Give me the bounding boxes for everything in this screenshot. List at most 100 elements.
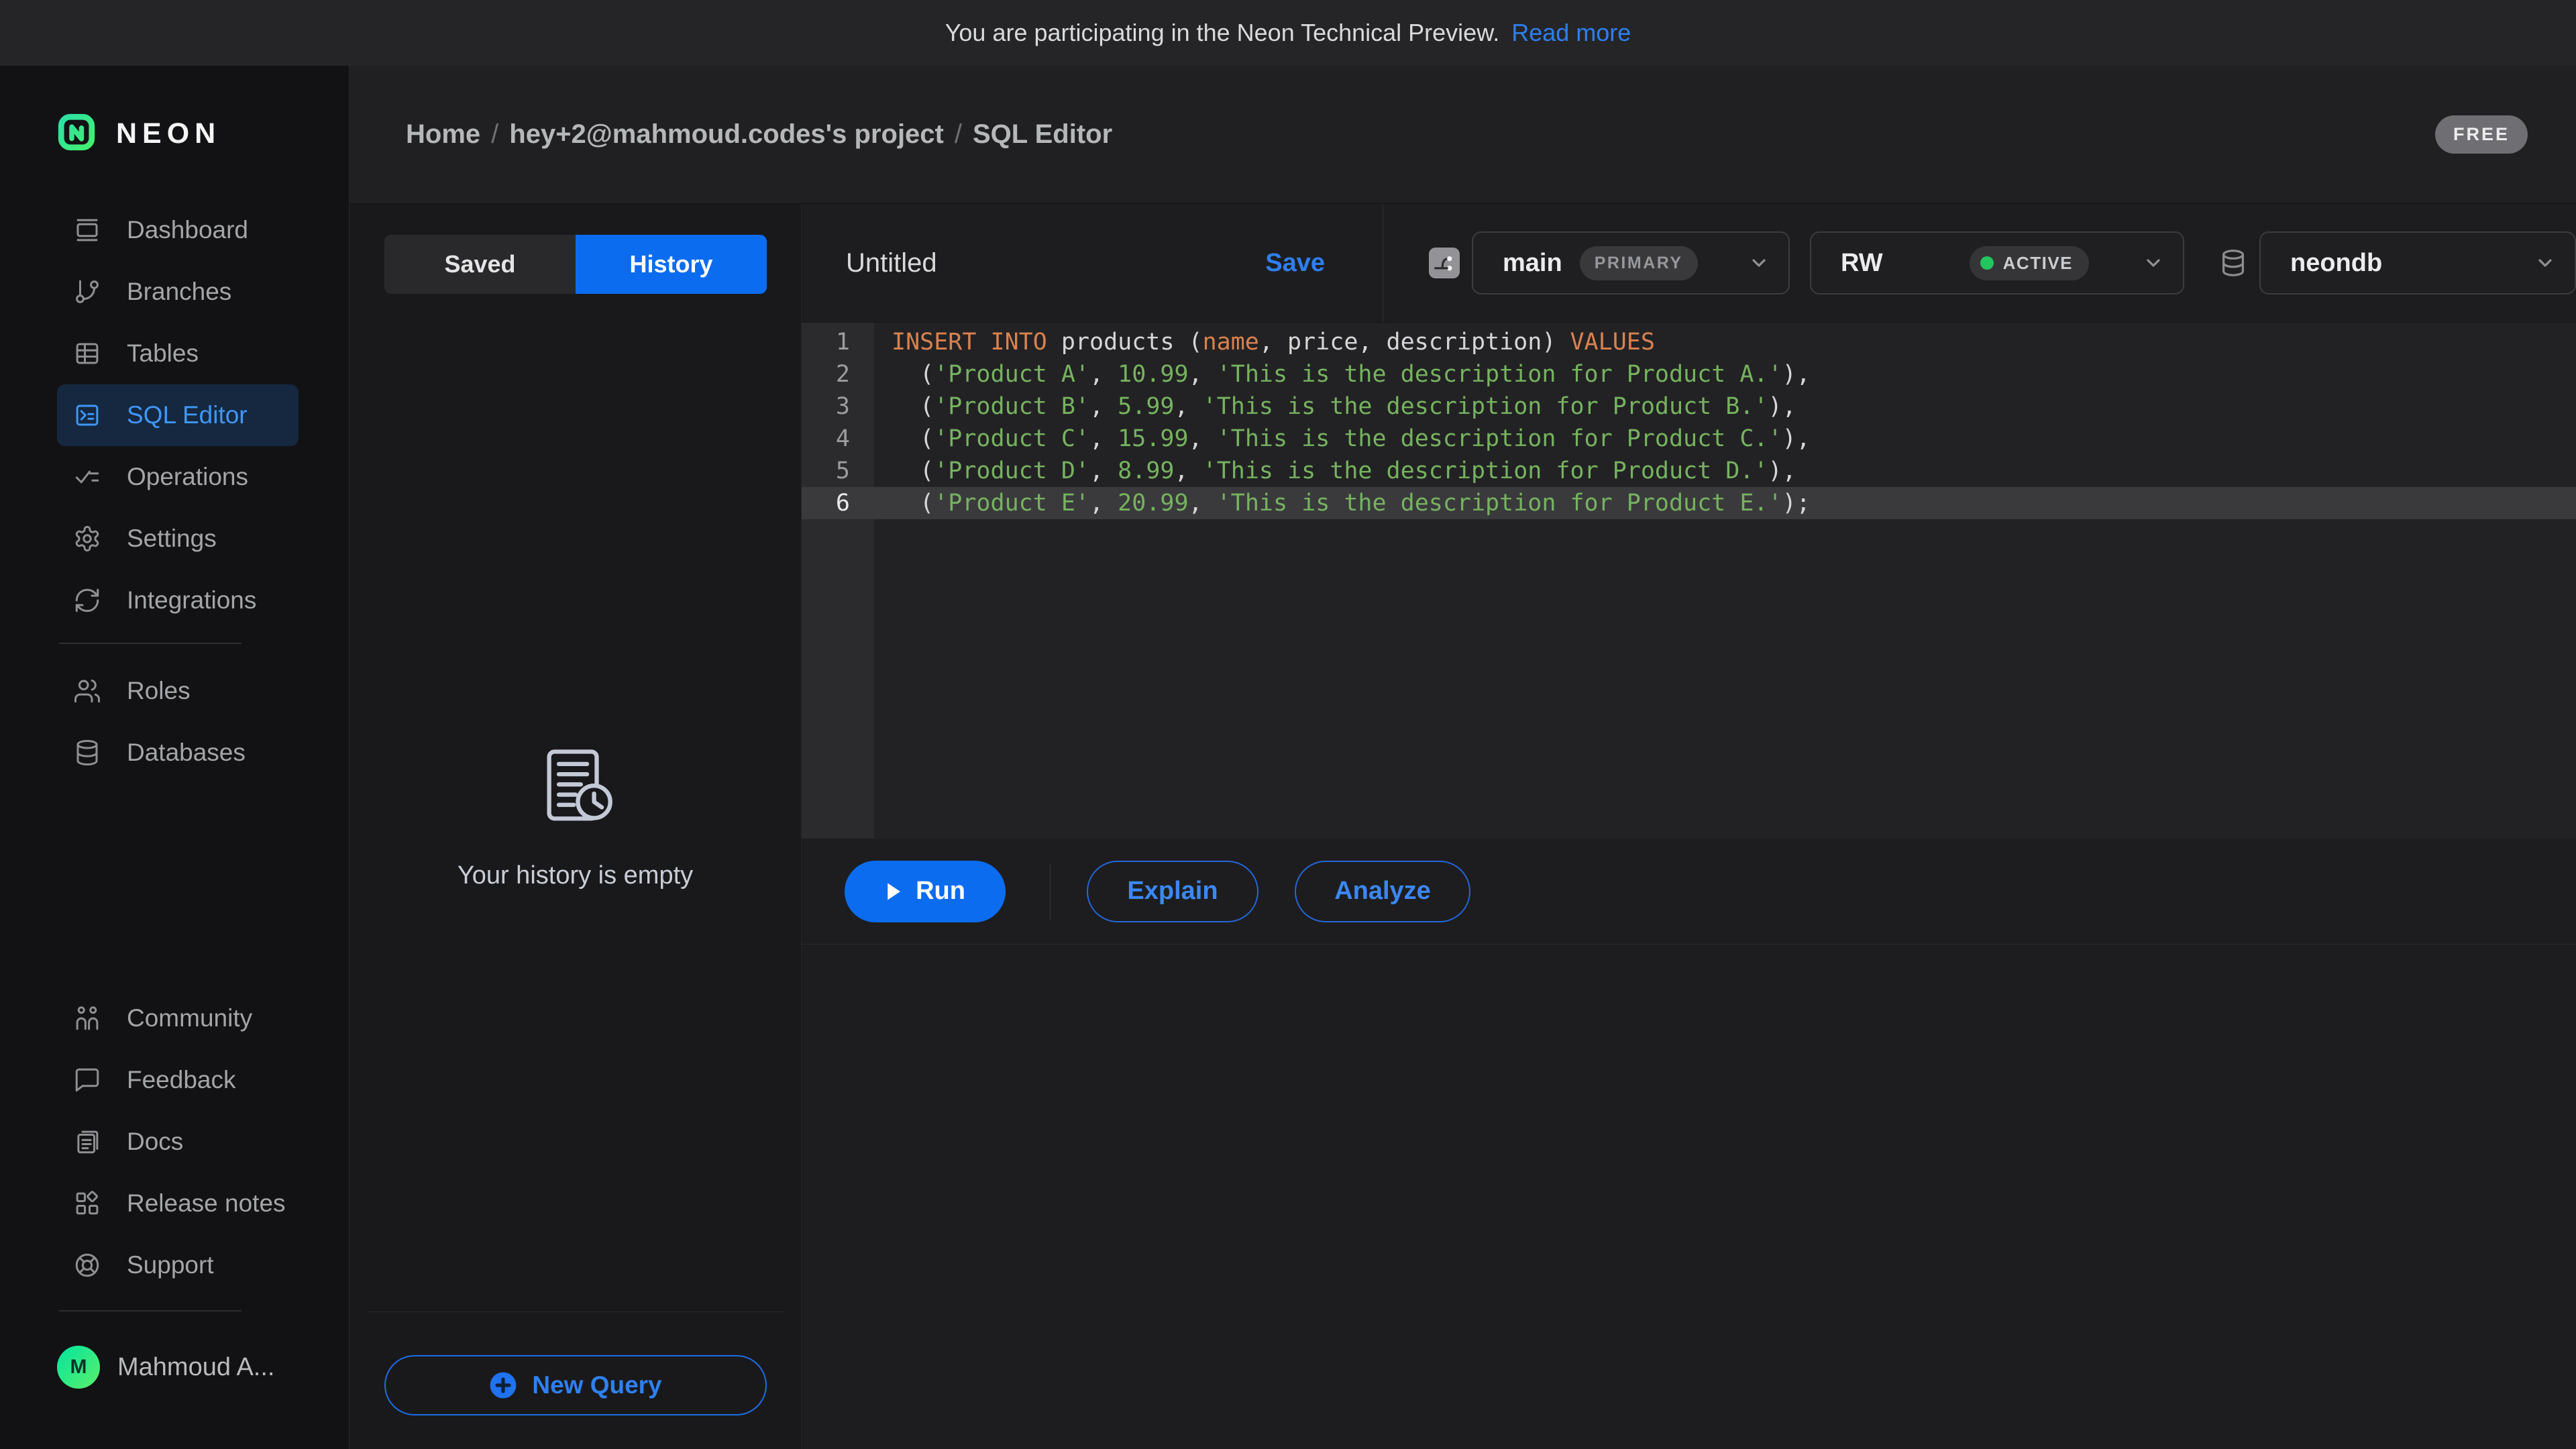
code-line-3[interactable]: 3 ('Product B', 5.99, 'This is the descr… bbox=[802, 390, 2576, 423]
editor-header: Untitled Save main bbox=[802, 204, 2576, 322]
queries-panel: Saved History bbox=[350, 204, 802, 1449]
sidebar-item-branches[interactable]: Branches bbox=[57, 261, 299, 323]
branches-icon bbox=[73, 278, 101, 306]
code-text: ('Product E', 20.99, 'This is the descri… bbox=[874, 487, 1811, 519]
sidebar-item-label: Tables bbox=[127, 339, 199, 368]
sidebar-item-docs[interactable]: Docs bbox=[57, 1111, 299, 1173]
tab-saved[interactable]: Saved bbox=[384, 235, 576, 294]
sidebar: NEON Dashboard Branches Tables SQL Editor Op… bbox=[0, 66, 350, 1449]
sidebar-item-settings[interactable]: Settings bbox=[57, 508, 299, 570]
sidebar-item-dashboard[interactable]: Dashboard bbox=[57, 199, 299, 261]
sidebar-item-databases[interactable]: Databases bbox=[57, 722, 299, 784]
chevron-down-icon bbox=[1747, 251, 1771, 275]
plan-badge: FREE bbox=[2435, 115, 2528, 154]
sidebar-item-label: SQL Editor bbox=[127, 401, 248, 429]
sidebar-item-label: Support bbox=[127, 1251, 214, 1279]
roles-icon bbox=[73, 677, 101, 705]
code-text: INSERT INTO products (name, price, descr… bbox=[874, 326, 1655, 358]
results-area bbox=[802, 945, 2576, 1449]
chevron-down-icon bbox=[2533, 251, 2557, 275]
branch-select[interactable]: main PRIMARY bbox=[1472, 231, 1790, 294]
code-line-2[interactable]: 2 ('Product A', 10.99, 'This is the desc… bbox=[802, 358, 2576, 390]
sidebar-item-sql-editor[interactable]: SQL Editor bbox=[57, 384, 299, 446]
database-icon bbox=[2218, 248, 2249, 278]
sidebar-item-release-notes[interactable]: Release notes bbox=[57, 1173, 299, 1234]
support-icon bbox=[73, 1251, 101, 1279]
content-row: Saved History bbox=[350, 204, 2576, 1449]
docs-icon bbox=[73, 1128, 101, 1156]
code-line-6[interactable]: 6 ('Product E', 20.99, 'This is the desc… bbox=[802, 487, 2576, 519]
sidebar-item-label: Operations bbox=[127, 463, 248, 491]
sidebar-item-support[interactable]: Support bbox=[57, 1234, 299, 1296]
compute-endpoint-icon[interactable] bbox=[1429, 248, 1460, 278]
explain-button[interactable]: Explain bbox=[1087, 861, 1258, 922]
code-text: ('Product D', 8.99, 'This is the descrip… bbox=[874, 455, 1796, 487]
sidebar-item-tables[interactable]: Tables bbox=[57, 323, 299, 384]
branch-select-value: main bbox=[1503, 249, 1562, 278]
sidebar-nav-resources: Roles Databases bbox=[57, 660, 299, 784]
run-button[interactable]: Run bbox=[845, 861, 1006, 922]
feedback-icon bbox=[73, 1066, 101, 1094]
endpoint-select-value: RW bbox=[1841, 249, 1883, 278]
code-line-4[interactable]: 4 ('Product C', 15.99, 'This is the desc… bbox=[802, 423, 2576, 455]
sidebar-item-integrations[interactable]: Integrations bbox=[57, 570, 299, 631]
neon-logo-icon bbox=[57, 113, 96, 155]
active-badge: ACTIVE bbox=[1970, 246, 2089, 280]
read-more-link[interactable]: Read more bbox=[1511, 19, 1631, 47]
database-select-value: neondb bbox=[2290, 249, 2382, 278]
save-button[interactable]: Save bbox=[1265, 249, 1325, 278]
user-name: Mahmoud A... bbox=[117, 1353, 274, 1382]
tab-history[interactable]: History bbox=[576, 235, 767, 294]
code-lines: 1INSERT INTO products (name, price, desc… bbox=[802, 323, 2576, 519]
sidebar-item-community[interactable]: Community bbox=[57, 987, 299, 1049]
technical-preview-banner: You are participating in the Neon Techni… bbox=[0, 0, 2576, 66]
sidebar-item-label: Integrations bbox=[127, 586, 256, 614]
community-icon bbox=[73, 1004, 101, 1032]
history-footer-divider bbox=[367, 1311, 784, 1312]
analyze-button[interactable]: Analyze bbox=[1295, 861, 1470, 922]
breadcrumb-separator: / bbox=[491, 119, 498, 150]
play-icon bbox=[885, 881, 902, 902]
sidebar-item-label: Community bbox=[127, 1004, 252, 1032]
breadcrumb-project[interactable]: hey+2@mahmoud.codes's project bbox=[509, 119, 944, 150]
line-number: 2 bbox=[802, 358, 874, 390]
release-notes-icon bbox=[73, 1189, 101, 1218]
database-select[interactable]: neondb bbox=[2259, 231, 2576, 294]
sidebar-nav-footer: Community Feedback Docs Release notes Suppor… bbox=[57, 987, 299, 1296]
sql-editor-icon bbox=[73, 401, 101, 429]
sql-editor-panel: Untitled Save main bbox=[802, 204, 2576, 1449]
queries-tabs: Saved History bbox=[384, 235, 767, 294]
sidebar-item-label: Feedback bbox=[127, 1066, 236, 1094]
dashboard-icon bbox=[73, 216, 101, 244]
line-number: 6 bbox=[802, 487, 874, 519]
sidebar-item-roles[interactable]: Roles bbox=[57, 660, 299, 722]
sidebar-divider bbox=[59, 643, 241, 644]
sidebar-item-operations[interactable]: Operations bbox=[57, 446, 299, 508]
neon-logo[interactable]: NEON bbox=[57, 113, 221, 155]
page-header: Home / hey+2@mahmoud.codes's project / S… bbox=[350, 66, 2576, 204]
sidebar-item-label: Dashboard bbox=[127, 216, 248, 244]
endpoint-select[interactable]: RW ACTIVE bbox=[1810, 231, 2184, 294]
code-text: ('Product B', 5.99, 'This is the descrip… bbox=[874, 390, 1796, 423]
breadcrumb-home[interactable]: Home bbox=[406, 119, 480, 150]
breadcrumb-separator: / bbox=[955, 119, 962, 150]
sidebar-divider-bottom bbox=[59, 1310, 241, 1311]
main-column: Home / hey+2@mahmoud.codes's project / S… bbox=[350, 66, 2576, 1449]
line-number: 3 bbox=[802, 390, 874, 423]
tables-icon bbox=[73, 339, 101, 368]
code-editor[interactable]: 1INSERT INTO products (name, price, desc… bbox=[802, 322, 2576, 839]
new-query-label: New Query bbox=[532, 1371, 661, 1399]
code-line-5[interactable]: 5 ('Product D', 8.99, 'This is the descr… bbox=[802, 455, 2576, 487]
query-title[interactable]: Untitled bbox=[846, 248, 937, 278]
user-menu[interactable]: M Mahmoud A... bbox=[57, 1346, 274, 1389]
new-query-button[interactable]: New Query bbox=[384, 1355, 767, 1415]
code-text: ('Product A', 10.99, 'This is the descri… bbox=[874, 358, 1811, 390]
app-frame: NEON Dashboard Branches Tables SQL Editor Op… bbox=[0, 66, 2576, 1449]
sidebar-item-feedback[interactable]: Feedback bbox=[57, 1049, 299, 1111]
run-label: Run bbox=[916, 877, 965, 906]
sidebar-item-label: Databases bbox=[127, 739, 246, 767]
code-line-1[interactable]: 1INSERT INTO products (name, price, desc… bbox=[802, 326, 2576, 358]
sidebar-item-label: Settings bbox=[127, 525, 217, 553]
sidebar-item-label: Docs bbox=[127, 1128, 183, 1156]
sidebar-item-label: Branches bbox=[127, 278, 231, 306]
